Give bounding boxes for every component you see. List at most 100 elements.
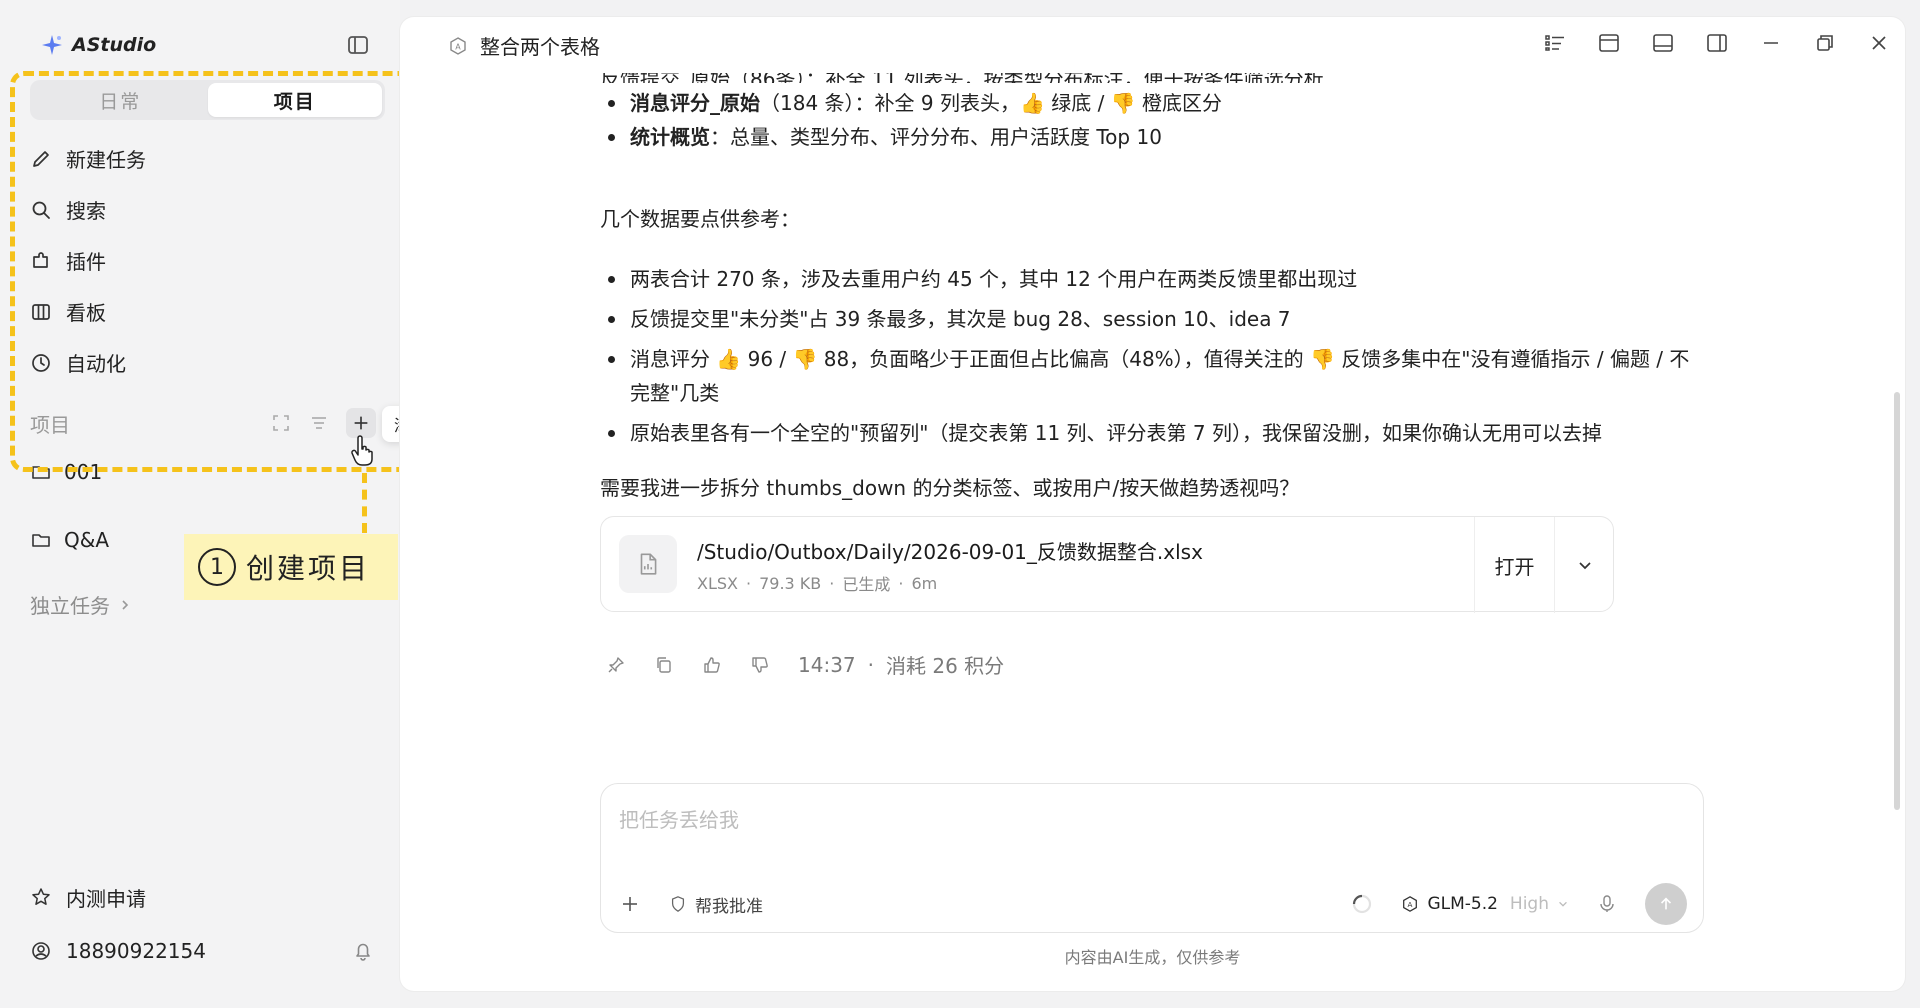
chat-panel: A 整合两个表格 反馈提交_原始（86条）：补全 11 列表头，按类型分布标注，… xyxy=(400,17,1905,991)
thumbs-down-icon[interactable] xyxy=(750,655,770,675)
model-selector[interactable]: A GLM-5.2 High xyxy=(1401,894,1569,914)
thumbs-up-icon[interactable] xyxy=(702,655,722,675)
beta-label: 内测申请 xyxy=(66,886,146,911)
sidebar-menu: 新建任务 搜索 插件 看板 自动化 xyxy=(30,133,390,388)
svg-text:A: A xyxy=(1408,900,1413,909)
brand: AStudio xyxy=(40,30,156,60)
chevron-right-icon xyxy=(122,599,129,610)
composer-toolbar: 帮我批准 A GLM-5.2 High xyxy=(619,883,1687,925)
plus-icon xyxy=(354,416,368,430)
points-list: 两表合计 270 条，涉及去重用户约 45 个，其中 12 个用户在两类反馈里都… xyxy=(600,262,1700,456)
sidebar-item-new-task[interactable]: 新建任务 xyxy=(30,133,390,184)
annotation-callout: 1 创建项目 xyxy=(184,534,398,600)
projects-header-label: 项目 xyxy=(30,412,70,437)
hand-cursor-icon xyxy=(351,435,373,466)
bottom-panel-icon[interactable] xyxy=(1651,31,1675,55)
model-level: High xyxy=(1509,894,1549,914)
ai-disclaimer: 内容由AI生成，仅供参考 xyxy=(1064,948,1241,967)
star-icon xyxy=(32,888,50,905)
meta-dot: · xyxy=(898,573,904,593)
item-text: ：总量、类型分布、评分分布、用户活跃度 Top 10 xyxy=(710,125,1162,149)
list-item: 反馈提交里"未分类"占 39 条最多，其次是 bug 28、session 10… xyxy=(600,302,1700,336)
list-view-icon[interactable] xyxy=(1543,31,1567,55)
meta-dot: · xyxy=(746,573,752,593)
right-panel-icon[interactable] xyxy=(1705,31,1729,55)
scrollbar[interactable] xyxy=(1894,392,1900,810)
filter-icon[interactable] xyxy=(308,412,330,434)
folder-icon xyxy=(32,466,50,479)
sidebar-item-label: 插件 xyxy=(66,250,106,274)
bell-icon[interactable] xyxy=(352,940,374,962)
chevron-down-icon xyxy=(1578,562,1591,570)
approve-toggle[interactable]: 帮我批准 xyxy=(669,892,763,917)
sidebar-project-item[interactable]: Q&A xyxy=(30,524,109,556)
arrow-up-icon xyxy=(1660,897,1672,910)
microphone-icon[interactable] xyxy=(1597,894,1617,914)
composer: 把任务丢给我 帮我批准 A GLM-5.2 High xyxy=(600,783,1704,933)
file-type: XLSX xyxy=(697,573,738,593)
sidebar-project-item[interactable]: 001 xyxy=(30,456,102,488)
send-button[interactable] xyxy=(1645,883,1687,925)
plus-icon[interactable] xyxy=(619,893,641,915)
pencil-icon xyxy=(33,150,49,167)
tab-daily[interactable]: 日常 xyxy=(33,83,208,117)
model-badge-icon: A xyxy=(1403,896,1418,912)
file-path: /Studio/Outbox/Daily/2026-09-01_反馈数据整合.x… xyxy=(697,540,1203,564)
user-phone: 18890922154 xyxy=(66,939,206,963)
user-account[interactable]: 18890922154 xyxy=(30,936,206,966)
item-title: 统计概览 xyxy=(630,125,710,149)
close-icon[interactable] xyxy=(1867,31,1891,55)
beta-apply-link[interactable]: 内测申请 xyxy=(30,882,146,912)
file-icon-wrap xyxy=(619,535,677,593)
restore-icon[interactable] xyxy=(1813,31,1837,55)
expand-icon[interactable] xyxy=(270,412,292,434)
sidebar-item-plugins[interactable]: 插件 xyxy=(30,235,390,286)
message-content: 反馈提交_原始（86条）：补全 11 列表头，按类型分布标注，便于按条件筛选分析… xyxy=(600,73,1700,733)
model-badge-icon: A xyxy=(450,36,466,55)
loading-spinner-icon xyxy=(1353,894,1372,914)
file-status: 已生成 xyxy=(842,575,891,594)
list-item: 统计概览：总量、类型分布、评分分布、用户活跃度 Top 10 xyxy=(600,120,1700,154)
minimize-icon[interactable] xyxy=(1759,31,1783,55)
partial-line: 反馈提交_原始（86条）：补全 11 列表头，按类型分布标注，便于按条件筛选分析 xyxy=(600,73,1500,83)
topbar: A 整合两个表格 xyxy=(400,17,1905,73)
sidebar-item-search[interactable]: 搜索 xyxy=(30,184,390,235)
file-card[interactable]: /Studio/Outbox/Daily/2026-09-01_反馈数据整合.x… xyxy=(600,516,1614,613)
top-panel-icon[interactable] xyxy=(1597,31,1621,55)
mode-switch: 日常 项目 xyxy=(30,80,385,120)
composer-input[interactable]: 把任务丢给我 xyxy=(619,804,739,833)
meta-dot: · xyxy=(829,573,835,593)
tab-projects[interactable]: 项目 xyxy=(207,83,382,117)
file-size: 79.3 KB xyxy=(759,573,822,593)
standalone-tasks-link[interactable]: 独立任务 xyxy=(30,590,132,619)
svg-text:A: A xyxy=(455,42,461,51)
shield-icon xyxy=(671,896,685,912)
sidebar-item-label: 搜索 xyxy=(66,199,106,223)
projects-section-header: 项目 xyxy=(30,408,380,438)
file-options-button[interactable] xyxy=(1554,517,1614,613)
clock-icon xyxy=(32,353,50,372)
meta-dot: · xyxy=(867,652,874,677)
sidebar-item-automation[interactable]: 自动化 xyxy=(30,337,390,388)
list-item: 消息评分_原始（184 条）：补全 9 列表头，👍 绿底 / 👎 橙底区分 xyxy=(600,86,1700,120)
file-age: 6m xyxy=(911,573,938,593)
annotation-number: 1 xyxy=(198,548,236,586)
project-label: Q&A xyxy=(64,528,110,552)
app-name: AStudio xyxy=(72,34,157,56)
chat-title: A 整合两个表格 xyxy=(448,31,600,60)
sidebar-toggle-icon[interactable] xyxy=(347,34,369,56)
file-meta: XLSX · 79.3 KB · 已生成 · 6m xyxy=(697,571,937,595)
sidebar-item-label: 自动化 xyxy=(66,352,126,376)
user-icon xyxy=(32,942,50,960)
board-icon xyxy=(32,303,50,320)
summary-list: 消息评分_原始（184 条）：补全 9 列表头，👍 绿底 / 👎 橙底区分 统计… xyxy=(600,86,1700,154)
model-name: GLM-5.2 xyxy=(1427,894,1498,914)
open-file-button[interactable]: 打开 xyxy=(1474,517,1554,613)
item-text: （184 条）：补全 9 列表头，👍 绿底 / 👎 橙底区分 xyxy=(760,91,1222,115)
sidebar-item-board[interactable]: 看板 xyxy=(30,286,390,337)
copy-icon[interactable] xyxy=(654,655,674,675)
standalone-label: 独立任务 xyxy=(30,594,110,618)
pin-icon[interactable] xyxy=(606,655,626,675)
list-item: 两表合计 270 条，涉及去重用户约 45 个，其中 12 个用户在两类反馈里都… xyxy=(600,262,1700,296)
chat-title-text: 整合两个表格 xyxy=(480,35,600,59)
